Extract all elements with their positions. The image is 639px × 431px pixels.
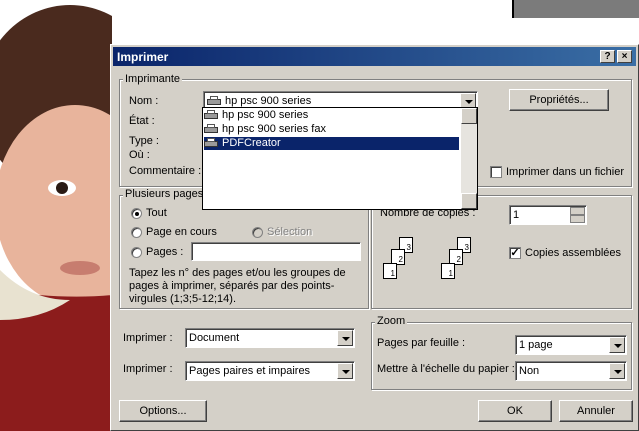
spin-down-icon[interactable] [570, 215, 585, 223]
copies-value: 1 [513, 209, 520, 221]
printer-name-label: Nom : [129, 95, 159, 107]
background-window [512, 0, 639, 18]
printer-name-value: hp psc 900 series [225, 95, 312, 107]
spin-up-icon[interactable] [570, 207, 585, 215]
collate-illustration-2: 3 2 1 [439, 237, 479, 287]
help-button[interactable]: ? [600, 50, 615, 63]
pages-per-sheet-value: 1 page [519, 339, 553, 351]
print-to-file-checkbox[interactable] [490, 166, 502, 178]
printer-icon [204, 124, 219, 134]
print-to-file-label[interactable]: Imprimer dans un fichier [506, 166, 624, 178]
print-what-value: Document [189, 332, 240, 344]
radio-all-label[interactable]: Tout [146, 207, 167, 219]
radio-current-page-label[interactable]: Page en cours [146, 226, 217, 238]
pages-input[interactable] [191, 242, 361, 261]
collate-illustration-1: 3 2 1 [381, 237, 421, 287]
ok-button[interactable]: OK [478, 400, 552, 422]
copies-input[interactable]: 1 [509, 205, 587, 225]
radio-all[interactable] [131, 208, 142, 219]
list-scrollbar[interactable] [461, 108, 477, 209]
printer-icon [207, 96, 222, 106]
type-label: Type : [129, 135, 159, 147]
radio-pages[interactable] [131, 247, 142, 258]
close-button[interactable]: × [617, 50, 632, 63]
chevron-down-icon[interactable] [609, 337, 625, 353]
pages-group-legend: Plusieurs pages [123, 188, 206, 200]
properties-button[interactable]: Propriétés... [509, 89, 609, 111]
print-what-label: Imprimer : [123, 332, 173, 344]
list-item[interactable]: hp psc 900 series [204, 109, 459, 122]
cancel-button[interactable]: Annuler [559, 400, 633, 422]
printer-icon [204, 138, 219, 148]
state-label: État : [129, 115, 155, 127]
comment-label: Commentaire : [129, 165, 202, 177]
pages-per-sheet-label: Pages par feuille : [377, 337, 466, 349]
chevron-down-icon[interactable] [609, 363, 625, 379]
dialog-title: Imprimer [117, 50, 169, 64]
scale-label: Mettre à l'échelle du papier : [377, 363, 515, 375]
print-range-label: Imprimer : [123, 363, 173, 375]
printer-group-legend: Imprimante [123, 73, 183, 85]
print-dialog: Imprimer ? × Imprimante Nom : hp psc 900… [110, 44, 639, 431]
options-button[interactable]: Options... [119, 400, 207, 422]
title-bar[interactable]: Imprimer ? × [113, 47, 636, 66]
scale-select[interactable]: Non [515, 361, 627, 381]
scroll-down-icon[interactable] [461, 193, 477, 209]
radio-selection[interactable] [252, 227, 263, 238]
pages-per-sheet-select[interactable]: 1 page [515, 335, 627, 355]
list-item-selected[interactable]: PDFCreator [204, 137, 459, 150]
background-photo [0, 0, 112, 431]
print-what-select[interactable]: Document [185, 328, 355, 348]
printer-dropdown-list[interactable]: hp psc 900 series hp psc 900 series fax … [202, 107, 478, 210]
scroll-up-icon[interactable] [461, 108, 477, 124]
page-icon: 1 [383, 263, 397, 279]
page-icon: 1 [441, 263, 455, 279]
zoom-group-legend: Zoom [375, 315, 408, 327]
chevron-down-icon[interactable] [337, 363, 353, 379]
collate-checkbox[interactable]: ✓ [509, 247, 521, 259]
printer-icon [204, 110, 219, 120]
print-range-value: Pages paires et impaires [189, 365, 311, 377]
chevron-down-icon[interactable] [337, 330, 353, 346]
radio-current-page[interactable] [131, 227, 142, 238]
pages-help-text: Tapez les n° des pages et/ou les groupes… [129, 267, 346, 305]
print-range-select[interactable]: Pages paires et impaires [185, 361, 355, 381]
radio-selection-label[interactable]: Sélection [267, 226, 312, 238]
where-label: Où : [129, 149, 150, 161]
collate-label[interactable]: Copies assemblées [525, 247, 621, 259]
list-item[interactable]: hp psc 900 series fax [204, 123, 459, 136]
radio-pages-label[interactable]: Pages : [146, 246, 183, 258]
scale-value: Non [519, 365, 540, 377]
